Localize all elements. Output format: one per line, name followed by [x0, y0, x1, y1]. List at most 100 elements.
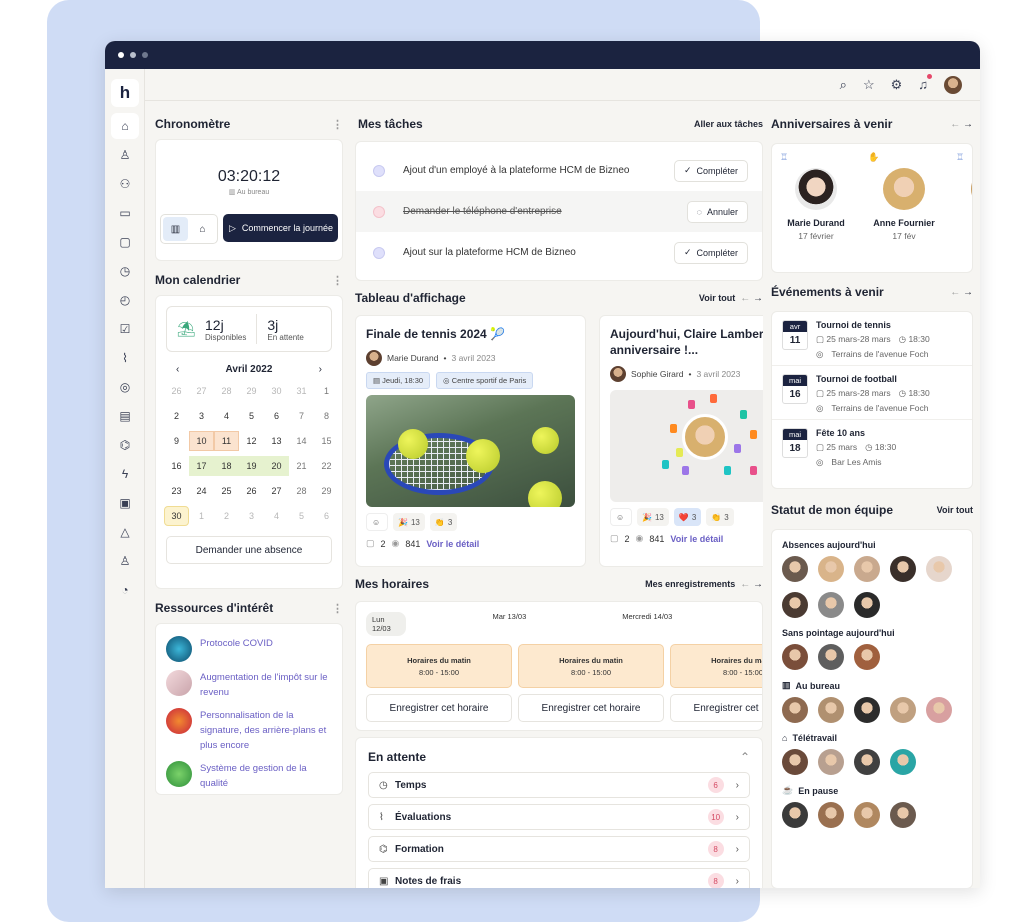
request-absence-button[interactable]: Demander une absence: [166, 536, 332, 564]
bell-icon[interactable]: ♫: [918, 74, 932, 92]
team-member-avatar[interactable]: [818, 697, 844, 723]
collapse-icon[interactable]: ⌃: [740, 750, 750, 764]
register-schedule-button[interactable]: Enregistrer cet horaire: [366, 694, 512, 722]
calendar-day[interactable]: 5: [289, 506, 314, 526]
team-member-avatar[interactable]: [782, 697, 808, 723]
event-item[interactable]: avr 11 Tournoi de tennis ▢ 25 mars-28 mars ◷…: [772, 312, 972, 366]
calendar-day[interactable]: 1: [189, 506, 214, 526]
calendar-day[interactable]: 31: [289, 381, 314, 401]
calendar-day[interactable]: 20: [264, 456, 289, 476]
calendar-day[interactable]: 3: [189, 406, 214, 426]
calendar-day[interactable]: 13: [264, 431, 289, 451]
next-month-button[interactable]: ›: [319, 364, 322, 375]
team-see-all-link[interactable]: Voir tout: [937, 505, 973, 515]
team-member-avatar[interactable]: [782, 749, 808, 775]
pending-item[interactable]: ◷ Temps 6 ›: [368, 772, 750, 798]
team-member-avatar[interactable]: [854, 644, 880, 670]
calendar-day[interactable]: 7: [289, 406, 314, 426]
team-member-avatar[interactable]: [854, 592, 880, 618]
home-toggle-button[interactable]: ⌂: [190, 217, 215, 241]
pending-item[interactable]: ▣ Notes de frais 8 ›: [368, 868, 750, 888]
reaction-button[interactable]: 🎉 13: [637, 508, 669, 526]
team-member-avatar[interactable]: [782, 644, 808, 670]
reaction-button[interactable]: 🎉 13: [393, 513, 425, 531]
graduation-icon[interactable]: ⌬: [111, 432, 139, 458]
expense-icon[interactable]: ▣: [111, 490, 139, 516]
board-see-all-link[interactable]: Voir tout: [699, 293, 735, 303]
calendar-day[interactable]: 29: [314, 481, 339, 501]
chrono-menu-icon[interactable]: ⋮: [332, 118, 343, 131]
app-logo[interactable]: h: [111, 79, 139, 107]
resources-menu-icon[interactable]: ⋮: [332, 602, 343, 615]
calendar-day[interactable]: 2: [214, 506, 239, 526]
target-icon[interactable]: ◎: [111, 374, 139, 400]
birthday-person[interactable]: ✋ Anne Fournier 17 fév: [860, 152, 948, 272]
see-detail-link[interactable]: Voir le détail: [670, 534, 723, 544]
birthday-person[interactable]: ♖ Marie Durand 17 février: [772, 152, 860, 272]
team-member-avatar[interactable]: [782, 556, 808, 582]
add-reaction-button[interactable]: ☺: [610, 508, 632, 526]
team-member-avatar[interactable]: [890, 697, 916, 723]
task-status-circle[interactable]: [373, 246, 385, 259]
calendar-day[interactable]: 25: [214, 481, 239, 501]
calendar-day[interactable]: 26: [164, 381, 189, 401]
calendar-day[interactable]: 27: [264, 481, 289, 501]
event-item[interactable]: mai 16 Tournoi de football ▢ 25 mars-28 mar…: [772, 366, 972, 420]
pending-item[interactable]: ⌬ Formation 8 ›: [368, 836, 750, 862]
star-icon[interactable]: ☆: [863, 77, 875, 93]
schedule-next-arrow[interactable]: →: [753, 579, 763, 590]
birthday-person[interactable]: ♖ Sop: [948, 152, 972, 272]
register-schedule-button[interactable]: Enregistrer cet horaire: [670, 694, 762, 722]
team-member-avatar[interactable]: [890, 749, 916, 775]
office-toggle-button[interactable]: ▥: [163, 217, 188, 241]
resource-link[interactable]: Protocole COVID: [166, 636, 332, 662]
event-item[interactable]: mai 18 Fête 10 ans ▢ 25 mars ◷ 18:30 ◎ Bar Les…: [772, 420, 972, 473]
users-icon[interactable]: ⚇: [111, 171, 139, 197]
team-member-avatar[interactable]: [854, 749, 880, 775]
see-detail-link[interactable]: Voir le détail: [426, 539, 479, 549]
calendar-day[interactable]: 5: [239, 406, 264, 426]
schedule-prev-arrow[interactable]: ←: [740, 579, 750, 590]
team-member-avatar[interactable]: [818, 644, 844, 670]
calendar-icon[interactable]: ▢: [111, 229, 139, 255]
complete-task-button[interactable]: ✓ Compléter: [673, 159, 748, 182]
board-prev-arrow[interactable]: ←: [740, 293, 750, 304]
calendar-day[interactable]: 12: [239, 431, 264, 451]
post-card[interactable]: Aujourd'hui, Claire Lamber anniversaire …: [599, 315, 763, 567]
calendar-day[interactable]: 1: [314, 381, 339, 401]
birthdays-next-arrow[interactable]: →: [963, 119, 973, 130]
calendar-day[interactable]: 4: [214, 406, 239, 426]
team-member-avatar[interactable]: [782, 592, 808, 618]
calendar-day[interactable]: 18: [214, 456, 239, 476]
calendar-day[interactable]: 6: [314, 506, 339, 526]
calendar-day[interactable]: 6: [264, 406, 289, 426]
start-day-button[interactable]: ▷ Commencer la journée: [223, 214, 338, 242]
window-close-dot[interactable]: [118, 52, 124, 58]
calendar-day[interactable]: 4: [264, 506, 289, 526]
calendar-day[interactable]: 2: [164, 406, 189, 426]
post-card[interactable]: Finale de tennis 2024 🎾 Marie Durand • 3…: [355, 315, 586, 567]
resource-link[interactable]: Système de gestion de la qualité: [166, 761, 332, 791]
schedule-day[interactable]: Mar 13/03: [492, 612, 622, 636]
clock-icon[interactable]: ◷: [111, 258, 139, 284]
calendar-day[interactable]: 22: [314, 456, 339, 476]
calendar-day[interactable]: 16: [164, 456, 189, 476]
calendar-day[interactable]: 14: [289, 431, 314, 451]
register-schedule-button[interactable]: Enregistrer cet horaire: [518, 694, 664, 722]
route-icon[interactable]: ϟ: [111, 461, 139, 487]
team-member-avatar[interactable]: [818, 802, 844, 828]
go-to-tasks-link[interactable]: Aller aux tâches: [694, 119, 763, 129]
calendar-day[interactable]: 15: [314, 431, 339, 451]
shift-card[interactable]: Horaires du matin8:00 - 15:00: [670, 644, 762, 688]
events-next-arrow[interactable]: →: [963, 287, 973, 298]
calendar-day[interactable]: 19: [239, 456, 264, 476]
calendar-day[interactable]: 9: [164, 431, 189, 451]
calendar-day[interactable]: 21: [289, 456, 314, 476]
resource-link[interactable]: Augmentation de l'impôt sur le revenu: [166, 670, 332, 700]
shift-card[interactable]: Horaires du matin8:00 - 15:00: [518, 644, 664, 688]
pie-chart-icon[interactable]: ◔: [111, 577, 139, 603]
chart-icon[interactable]: ⌇: [111, 345, 139, 371]
team-member-avatar[interactable]: [854, 556, 880, 582]
board-next-arrow[interactable]: →: [753, 293, 763, 304]
add-reaction-button[interactable]: ☺: [366, 513, 388, 531]
